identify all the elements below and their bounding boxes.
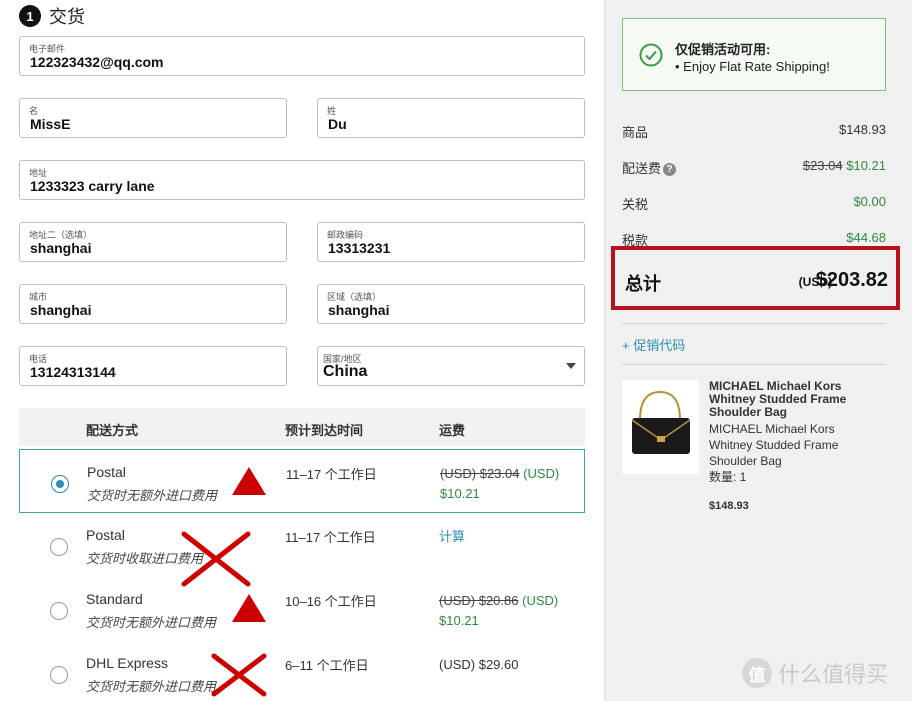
fee-plain: (USD) $29.60 xyxy=(439,657,519,672)
shipping-row-label-wrap: 配送费? xyxy=(622,158,677,177)
option-eta: 11–17 个工作日 xyxy=(286,467,377,482)
phone-value: 13124313144 xyxy=(30,364,116,380)
fee-old: (USD) $23.04 xyxy=(440,466,520,481)
option-eta: 6–11 个工作日 xyxy=(285,658,369,673)
option-name: DHL Express xyxy=(86,655,168,671)
shipping-option-postal-duties[interactable]: Postal 交货时收取进口费用 11–17 个工作日 计算 xyxy=(19,513,585,577)
address-value: 1233323 carry lane xyxy=(30,178,155,194)
email-field[interactable]: 电子邮件 122323432@qq.com xyxy=(19,36,585,76)
handbag-icon xyxy=(631,390,691,454)
shipping-label: 配送费 xyxy=(622,161,662,176)
product-description: MICHAEL Michael Kors Whitney Studded Fra… xyxy=(709,422,839,468)
promo-banner: 仅促销活动可用: • Enjoy Flat Rate Shipping! xyxy=(622,18,886,91)
shipping-values: $23.04 $10.21 xyxy=(803,158,886,173)
promo-item: • Enjoy Flat Rate Shipping! xyxy=(675,59,830,74)
total-highlight: 总计 (USD) $203.82 xyxy=(611,246,900,310)
total-label: 总计 xyxy=(625,274,661,294)
step-header: 1 交货 xyxy=(19,3,85,29)
fee-new: $10.21 xyxy=(440,486,480,501)
check-circle-icon xyxy=(639,43,663,67)
city-value: shanghai xyxy=(30,302,92,318)
option-note: 交货时无额外进口费用 xyxy=(86,679,217,694)
fee-currency: (USD) xyxy=(522,593,559,608)
product-info: MICHAEL Michael Kors Whitney Studded Fra… xyxy=(709,380,859,485)
help-icon[interactable]: ? xyxy=(663,163,677,176)
country-select[interactable]: 国家/地区 China xyxy=(317,346,585,386)
postcode-value: 13313231 xyxy=(328,240,391,256)
shipping-option-dhl[interactable]: DHL Express 交货时无额外进口费用 6–11 个工作日 (USD) $… xyxy=(19,641,585,701)
email-value: 122323432@qq.com xyxy=(30,54,164,70)
first-name-field[interactable]: 名 MissE xyxy=(19,98,287,138)
option-name: Postal xyxy=(87,464,126,480)
tax-value: $44.68 xyxy=(846,230,886,245)
warning-triangle-icon xyxy=(232,594,266,622)
region-field[interactable]: 区域（选填） shanghai xyxy=(317,284,585,324)
duty-value: $0.00 xyxy=(853,194,886,209)
product-price: $148.93 xyxy=(709,500,749,512)
product-title[interactable]: MICHAEL Michael Kors Whitney Studded Fra… xyxy=(709,380,859,419)
eta-header: 预计到达时间 xyxy=(285,423,364,438)
delivery-section: 1 交货 电子邮件 122323432@qq.com 名 MissE 姓 Du … xyxy=(0,0,604,701)
option-note: 交货时无额外进口费用 xyxy=(87,488,218,503)
shipping-new: $10.21 xyxy=(846,158,886,173)
region-value: shanghai xyxy=(328,302,390,318)
fee-new: $10.21 xyxy=(439,613,479,628)
option-fee: (USD) $20.86 (USD) $10.21 xyxy=(439,591,584,631)
calculate-link[interactable]: 计算 xyxy=(439,529,465,544)
postcode-field[interactable]: 邮政编码 13313231 xyxy=(317,222,585,262)
divider xyxy=(622,323,886,324)
cross-mark-icon xyxy=(181,531,251,587)
promo-title: 仅促销活动可用: xyxy=(675,42,771,57)
cross-mark-icon xyxy=(211,653,267,697)
step-number: 1 xyxy=(19,5,41,27)
shipping-table-header: 配送方式 预计到达时间 运费 xyxy=(19,408,585,446)
shipping-radio[interactable] xyxy=(50,602,68,620)
shipping-old: $23.04 xyxy=(802,158,843,173)
items-label: 商品 xyxy=(622,125,649,140)
country-value: China xyxy=(323,363,368,380)
option-eta: 11–17 个工作日 xyxy=(285,530,376,545)
items-value: $148.93 xyxy=(839,122,886,137)
phone-field[interactable]: 电话 13124313144 xyxy=(19,346,287,386)
watermark-text: 什么值得买 xyxy=(778,662,889,687)
shipping-radio[interactable] xyxy=(50,666,68,684)
step-title: 交货 xyxy=(49,7,85,27)
first-name-value: MissE xyxy=(30,116,71,132)
option-name: Standard xyxy=(86,591,143,607)
product-quantity: 数量: 1 xyxy=(709,470,747,484)
duty-label: 关税 xyxy=(622,197,649,212)
option-eta: 10–16 个工作日 xyxy=(285,594,377,609)
last-name-field[interactable]: 姓 Du xyxy=(317,98,585,138)
address-field[interactable]: 地址 1233323 carry lane xyxy=(19,160,585,200)
fee-currency: (USD) xyxy=(523,466,560,481)
product-image[interactable] xyxy=(622,380,699,474)
option-fee: (USD) $23.04 (USD) $10.21 xyxy=(440,464,585,504)
shipping-radio[interactable] xyxy=(50,538,68,556)
fee-header: 运费 xyxy=(439,423,466,438)
option-fee: (USD) $29.60 xyxy=(439,655,584,675)
shipping-option-standard[interactable]: Standard 交货时无额外进口费用 10–16 个工作日 (USD) $20… xyxy=(19,577,585,641)
promo-code-link[interactable]: + 促销代码 xyxy=(622,335,685,354)
city-field[interactable]: 城市 shanghai xyxy=(19,284,287,324)
option-note: 交货时无额外进口费用 xyxy=(86,615,217,630)
address2-field[interactable]: 地址二（选填） shanghai xyxy=(19,222,287,262)
shipping-option-postal-free[interactable]: Postal 交货时无额外进口费用 11–17 个工作日 (USD) $23.0… xyxy=(19,449,585,513)
warning-triangle-icon xyxy=(232,467,266,495)
watermark: 值 什么值得买 xyxy=(742,657,888,689)
order-summary: 仅促销活动可用: • Enjoy Flat Rate Shipping! 商品 … xyxy=(604,0,912,701)
shipping-radio[interactable] xyxy=(51,475,69,493)
address2-value: shanghai xyxy=(30,240,92,256)
divider xyxy=(622,364,886,365)
chevron-down-icon[interactable] xyxy=(566,363,576,369)
method-header: 配送方式 xyxy=(86,423,139,438)
fee-old: (USD) $20.86 xyxy=(439,593,519,608)
watermark-badge: 值 xyxy=(742,658,772,688)
option-fee: 计算 xyxy=(439,527,584,547)
option-name: Postal xyxy=(86,527,125,543)
last-name-value: Du xyxy=(328,116,347,132)
total-value: $203.82 xyxy=(815,269,888,291)
